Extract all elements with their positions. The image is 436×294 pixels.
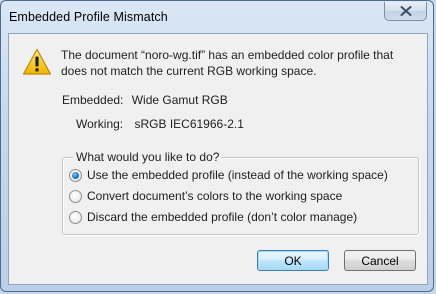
window-title: Embedded Profile Mismatch bbox=[9, 10, 168, 24]
mismatch-message: The document “noro-wg.tif” has an embedd… bbox=[61, 47, 421, 79]
radio-convert[interactable] bbox=[69, 189, 82, 203]
action-group: What would you like to do? Use the embed… bbox=[62, 150, 419, 235]
dialog-body: The document “noro-wg.tif” has an embedd… bbox=[8, 33, 428, 285]
ok-button[interactable]: OK bbox=[257, 250, 329, 271]
message-line-1: The document “noro-wg.tif” has an embedd… bbox=[61, 48, 394, 62]
working-value: sRGB IEC61966-2.1 bbox=[134, 117, 244, 131]
option-discard[interactable]: Discard the embedded profile (don’t colo… bbox=[69, 209, 357, 225]
option-convert[interactable]: Convert document’s colors to the working… bbox=[69, 188, 342, 204]
group-title: What would you like to do? bbox=[73, 150, 223, 164]
dialog-window: Embedded Profile Mismatch The document “… bbox=[0, 0, 434, 292]
embedded-value: Wide Gamut RGB bbox=[131, 93, 228, 107]
option-label: Discard the embedded profile (don’t colo… bbox=[87, 210, 358, 224]
title-bar[interactable]: Embedded Profile Mismatch bbox=[1, 1, 433, 33]
option-use-embedded[interactable]: Use the embedded profile (instead of the… bbox=[69, 167, 388, 183]
close-button[interactable] bbox=[384, 2, 427, 21]
radio-discard[interactable] bbox=[69, 210, 82, 224]
working-label: Working: bbox=[76, 117, 124, 131]
radio-use-embedded[interactable] bbox=[69, 168, 82, 182]
close-icon bbox=[400, 6, 411, 16]
working-space-row: Working: sRGB IEC61966-2.1 bbox=[76, 117, 244, 131]
cancel-button[interactable]: Cancel bbox=[344, 250, 416, 271]
option-label: Use the embedded profile (instead of the… bbox=[87, 168, 388, 182]
embedded-label: Embedded: bbox=[62, 93, 124, 107]
message-line-2: does not match the current RGB working s… bbox=[61, 64, 317, 78]
warning-icon bbox=[22, 48, 52, 75]
option-label: Convert document’s colors to the working… bbox=[87, 189, 343, 203]
embedded-profile-row: Embedded: Wide Gamut RGB bbox=[62, 93, 228, 107]
